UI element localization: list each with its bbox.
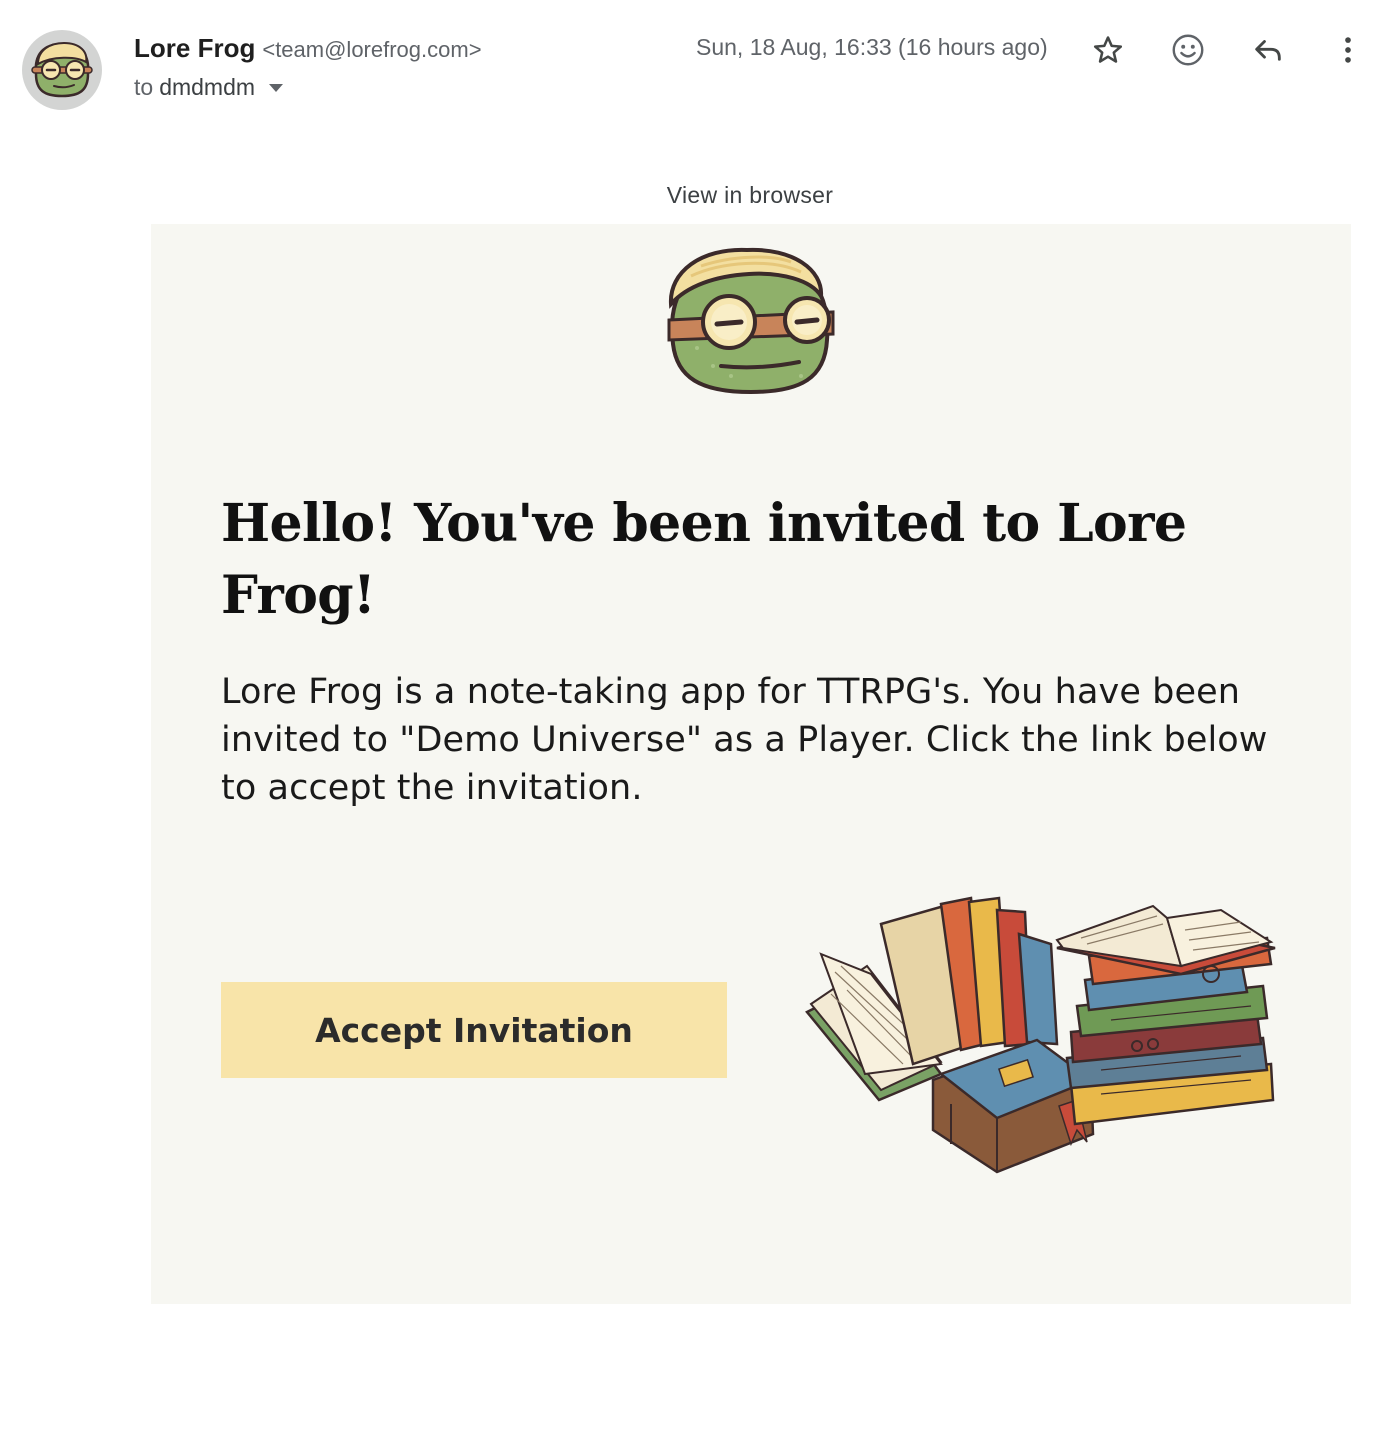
more-options-button[interactable] <box>1328 30 1368 70</box>
emoji-reaction-icon <box>1172 34 1204 66</box>
sender-avatar[interactable] <box>22 30 102 110</box>
show-details-chevron-icon[interactable] <box>269 83 284 92</box>
recipient-name: dmdmdm <box>159 74 256 100</box>
email-timestamp: Sun, 18 Aug, 16:33 (16 hours ago) <box>696 34 1048 60</box>
book-stack-illustration-icon <box>805 896 1276 1174</box>
add-reaction-button[interactable] <box>1168 30 1208 70</box>
sender-email: <team@lorefrog.com> <box>262 37 482 62</box>
star-button[interactable] <box>1088 30 1128 70</box>
recipient-line: to dmdmdm <box>134 74 284 101</box>
sender-name[interactable]: Lore Frog <box>134 33 255 64</box>
accept-invitation-button[interactable]: Accept Invitation <box>221 982 727 1078</box>
reply-icon <box>1255 40 1281 61</box>
to-prefix: to <box>134 74 154 100</box>
more-vert-icon <box>1345 37 1351 63</box>
frog-avatar-icon <box>31 41 93 98</box>
sender-line: Lore Frog <team@lorefrog.com> <box>134 33 482 67</box>
star-icon <box>1093 36 1123 63</box>
email-body-text: Lore Frog is a note-taking app for TTRPG… <box>221 672 1268 808</box>
lore-frog-logo-icon <box>667 247 835 395</box>
reply-button[interactable] <box>1248 30 1288 70</box>
email-headline: Hello! You've been invited to Lore Frog! <box>221 493 1187 626</box>
view-in-browser-link[interactable]: View in browser <box>0 182 1390 209</box>
email-content-card: Hello! You've been invited to Lore Frog!… <box>151 224 1351 1304</box>
